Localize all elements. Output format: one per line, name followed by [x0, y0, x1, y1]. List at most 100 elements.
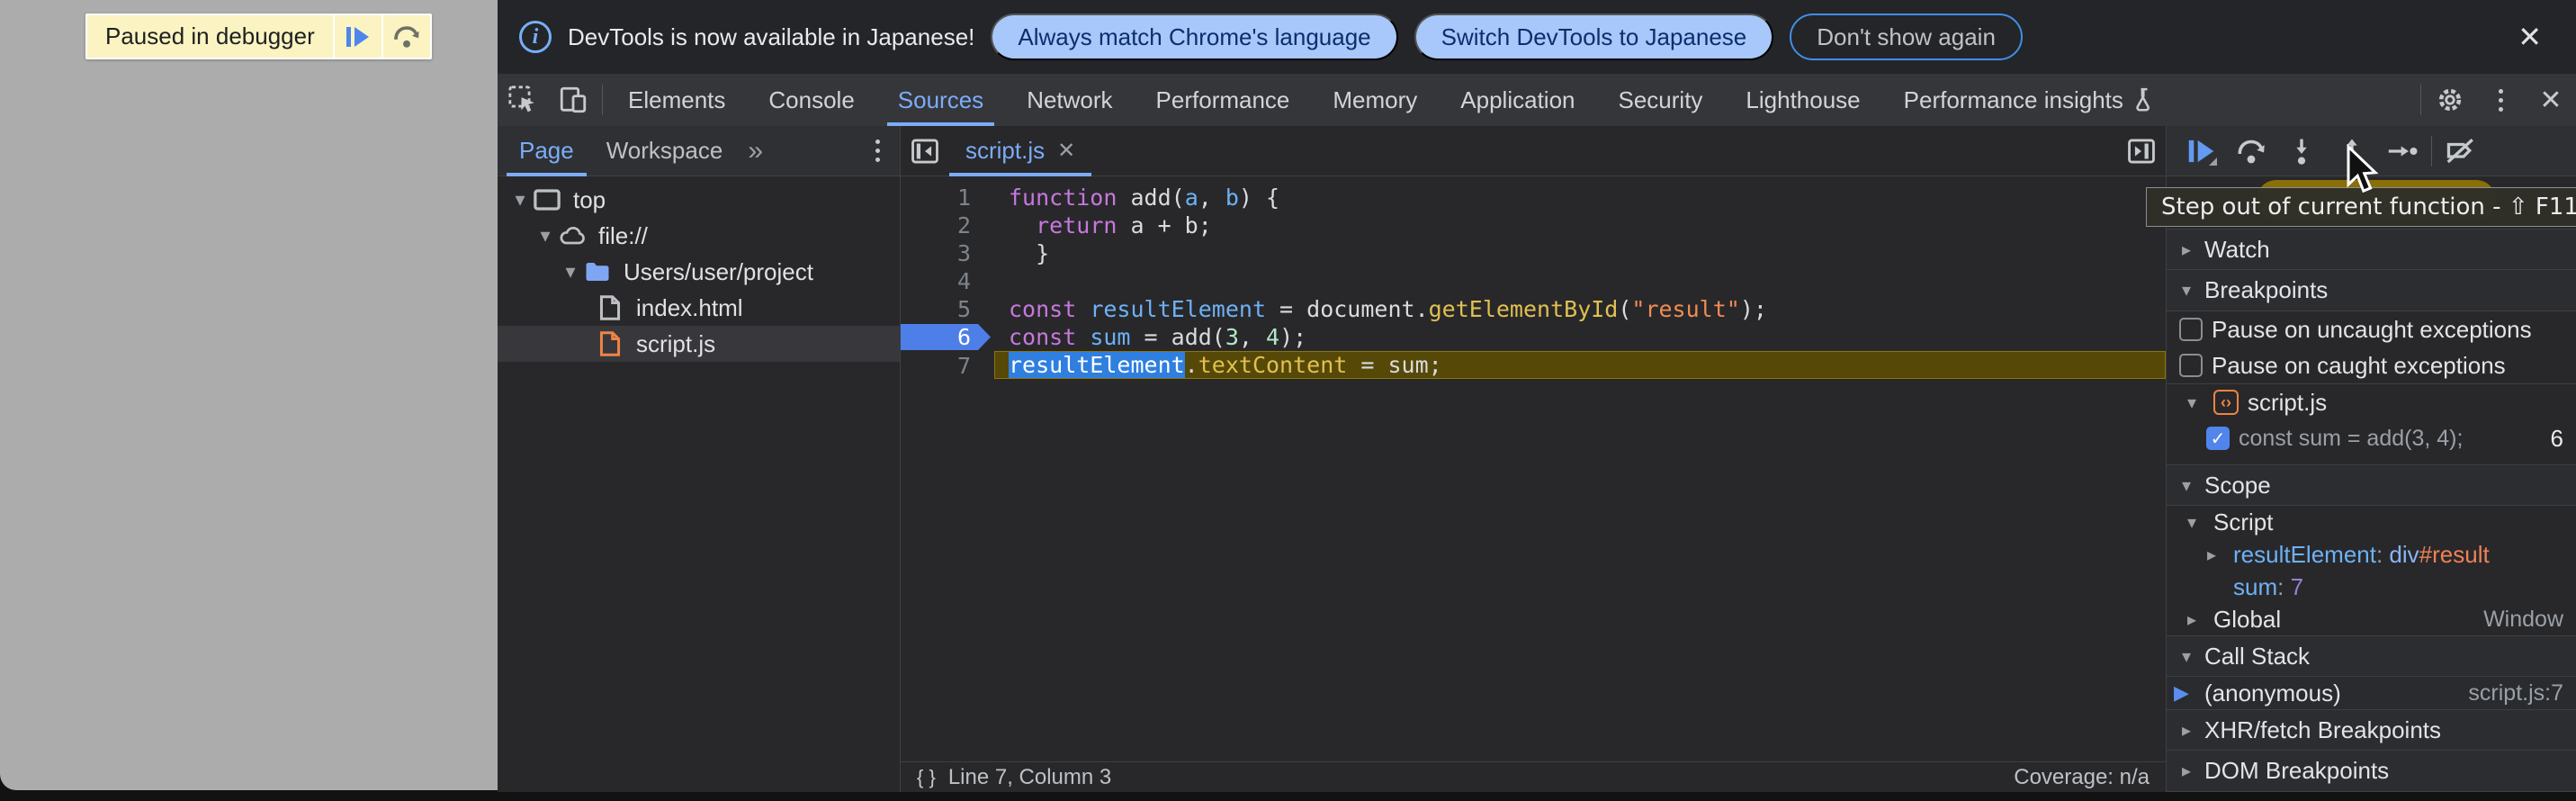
tree-item-file-origin[interactable]: ▾ file://: [498, 218, 900, 254]
more-options-button[interactable]: [2475, 74, 2526, 126]
pause-uncaught-exceptions-row[interactable]: Pause on uncaught exceptions: [2167, 311, 2576, 347]
scope-global-category[interactable]: ▸ Global Window: [2167, 603, 2576, 635]
close-devtools-icon[interactable]: ✕: [2526, 74, 2576, 126]
infobar-close-icon[interactable]: ✕: [2505, 20, 2554, 54]
scope-variable-resultElement[interactable]: ▸ resultElement: div#result: [2167, 538, 2576, 571]
navigator-tab-workspace[interactable]: Workspace: [590, 126, 740, 176]
step-into-button[interactable]: [2276, 126, 2327, 176]
breakpoint-file-group[interactable]: ▾ ‹› script.js: [2167, 383, 2576, 420]
more-tabs-icon[interactable]: »: [739, 136, 772, 166]
collapse-arrow-icon[interactable]: ▾: [2174, 279, 2199, 302]
code-token: function: [1009, 184, 1117, 211]
section-scope[interactable]: ▾ Scope: [2167, 464, 2576, 506]
settings-button[interactable]: [2425, 74, 2475, 126]
match-chrome-language-button[interactable]: Always match Chrome's language: [991, 14, 1397, 60]
section-watch[interactable]: ▸ Watch: [2167, 229, 2576, 270]
code-token: [1009, 212, 1036, 238]
tab-console[interactable]: Console: [747, 74, 875, 126]
tab-security[interactable]: Security: [1597, 74, 1725, 126]
checkbox-unchecked[interactable]: [2179, 354, 2203, 377]
line-number[interactable]: 3: [901, 239, 994, 267]
collapse-arrow-icon[interactable]: ▾: [2174, 645, 2199, 668]
navigator-tab-page[interactable]: Page: [503, 126, 590, 176]
expand-arrow-icon[interactable]: ▸: [2179, 608, 2204, 631]
resume-script-button[interactable]: [335, 15, 381, 58]
line-number[interactable]: 4: [901, 267, 994, 295]
navigator-more-options-button[interactable]: [861, 140, 894, 162]
breakpoint-badge[interactable]: 6: [901, 324, 991, 350]
toggle-navigator-sidebar-button[interactable]: [901, 126, 949, 176]
code-token: 4: [1266, 324, 1279, 350]
line-number[interactable]: 5: [901, 295, 994, 323]
checkbox-checked[interactable]: ✓: [2206, 427, 2230, 450]
section-dom-breakpoints[interactable]: ▸ DOM Breakpoints: [2167, 751, 2576, 792]
tab-lighthouse[interactable]: Lighthouse: [1724, 74, 1881, 126]
tab-performance-insights-label: Performance insights: [1904, 86, 2123, 114]
toggle-device-toolbar-button[interactable]: [548, 74, 598, 126]
tab-performance-insights[interactable]: Performance insights: [1882, 74, 2177, 126]
toggle-debugger-sidebar-button[interactable]: [2117, 126, 2166, 176]
collapse-arrow-icon[interactable]: ▾: [2179, 392, 2204, 414]
editor-statusbar: { } Line 7, Column 3 Coverage: n/a: [901, 761, 2166, 792]
tab-elements[interactable]: Elements: [606, 74, 747, 126]
sources-panel: Page Workspace » ▾ top: [498, 126, 2576, 790]
tree-item-index-html[interactable]: index.html: [498, 290, 900, 326]
section-label: DOM Breakpoints: [2204, 757, 2389, 785]
step-over-button[interactable]: [2226, 126, 2276, 176]
tree-item-project-folder[interactable]: ▾ Users/user/project: [498, 254, 900, 290]
tree-item-top[interactable]: ▾ top: [498, 182, 900, 218]
dont-show-again-button[interactable]: Don't show again: [1790, 14, 2023, 60]
device-toolbar-icon: [558, 85, 588, 115]
collapse-arrow-icon[interactable]: ▸: [2174, 238, 2199, 261]
panel-right-icon: [2126, 136, 2157, 166]
section-call-stack[interactable]: ▾ Call Stack: [2167, 635, 2576, 677]
checkbox-unchecked[interactable]: [2179, 318, 2203, 341]
expand-arrow-icon[interactable]: ▾: [559, 260, 582, 284]
code-token: = add(: [1130, 324, 1225, 350]
code-token: getElementById: [1429, 296, 1619, 322]
step-into-icon: [2286, 136, 2317, 166]
tree-item-label: script.js: [636, 330, 715, 358]
line-number[interactable]: 7: [901, 352, 994, 380]
pretty-print-icon[interactable]: { }: [917, 766, 936, 789]
close-tab-icon[interactable]: ✕: [1057, 138, 1075, 164]
step-icon: [2386, 138, 2419, 165]
breakpoint-line-number[interactable]: 6: [901, 324, 994, 352]
expand-arrow-icon[interactable]: ▾: [508, 188, 532, 212]
execution-line: resultElement.textContent = sum;: [994, 351, 2166, 379]
scope-script-category[interactable]: ▾ Script: [2167, 506, 2576, 538]
line-number[interactable]: 2: [901, 212, 994, 239]
step-button[interactable]: [2377, 126, 2428, 176]
paused-banner-area: Step out of current function - ⇧ F11 - ⌘…: [2167, 176, 2576, 229]
tab-application[interactable]: Application: [1439, 74, 1596, 126]
switch-devtools-japanese-button[interactable]: Switch DevTools to Japanese: [1414, 14, 1774, 60]
deactivate-breakpoints-button[interactable]: [2436, 126, 2486, 176]
tab-memory[interactable]: Memory: [1311, 74, 1439, 126]
inspect-element-button[interactable]: [498, 74, 548, 126]
cloud-icon: [557, 225, 588, 247]
line-number[interactable]: 1: [901, 184, 994, 212]
gutter[interactable]: 1234567: [901, 184, 994, 761]
expand-arrow-icon[interactable]: ▸: [2199, 544, 2224, 566]
screen: Paused in debugger i DevTools is now ava…: [0, 0, 2576, 801]
section-xhr-breakpoints[interactable]: ▸ XHR/fetch Breakpoints: [2167, 709, 2576, 751]
collapse-arrow-icon[interactable]: ▾: [2179, 511, 2204, 534]
call-stack-frame[interactable]: ▶ (anonymous) script.js:7: [2167, 677, 2576, 709]
editor-tab-script-js[interactable]: script.js ✕: [949, 126, 1091, 176]
tree-item-script-js[interactable]: script.js: [498, 326, 900, 362]
breakpoint-line-number: 6: [2551, 425, 2563, 453]
section-breakpoints[interactable]: ▾ Breakpoints: [2167, 270, 2576, 311]
tab-sources[interactable]: Sources: [876, 74, 1005, 126]
tree-item-label: Users/user/project: [624, 258, 813, 286]
collapse-arrow-icon[interactable]: ▾: [2174, 474, 2199, 497]
collapse-arrow-icon[interactable]: ▸: [2174, 760, 2199, 782]
tab-performance[interactable]: Performance: [1135, 74, 1312, 126]
collapse-arrow-icon[interactable]: ▸: [2174, 719, 2199, 742]
resume-button[interactable]: [2176, 126, 2226, 176]
breakpoint-entry[interactable]: ✓ const sum = add(3, 4); 6: [2167, 420, 2576, 456]
pause-caught-exceptions-row[interactable]: Pause on caught exceptions: [2167, 347, 2576, 383]
tab-network[interactable]: Network: [1005, 74, 1134, 126]
step-over-button[interactable]: [383, 15, 430, 58]
code-editor[interactable]: 1234567 function add(a, b) { return a + …: [901, 176, 2166, 761]
expand-arrow-icon[interactable]: ▾: [534, 224, 557, 248]
